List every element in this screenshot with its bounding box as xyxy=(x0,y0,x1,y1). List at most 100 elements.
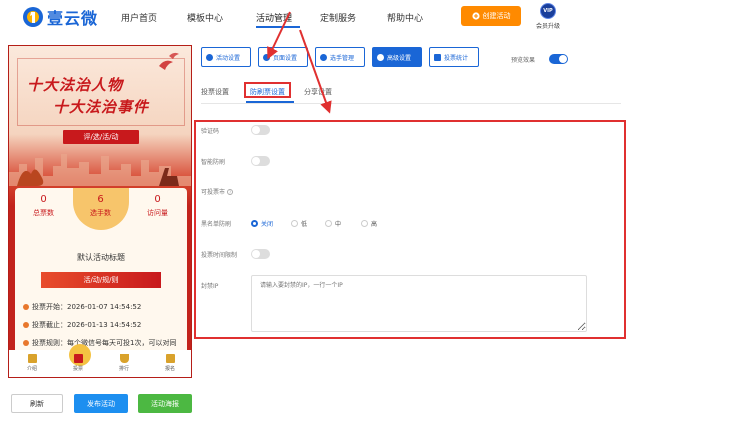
ban-ip-label: 封禁IP xyxy=(201,283,219,290)
tab-ranking[interactable]: 排行 xyxy=(101,354,147,372)
stat-contestants: 6 选手数 xyxy=(72,188,129,238)
mobile-tabbar: 介绍 投票 排行 报名 xyxy=(9,344,191,377)
create-activity-button[interactable]: 创建活动 xyxy=(461,6,521,26)
tab-signup[interactable]: 报名 xyxy=(147,354,191,372)
preview-effect-toggle[interactable] xyxy=(549,54,568,64)
help-icon[interactable]: ? xyxy=(227,189,234,195)
highlight-box-subtab xyxy=(244,82,291,98)
tab-intro-label: 介绍 xyxy=(26,366,37,372)
activity-settings-button[interactable]: 活动设置 xyxy=(201,47,251,67)
plus-circle-icon xyxy=(471,12,480,20)
bullet-icon xyxy=(23,304,29,310)
preview-effect-label: 预览效果 xyxy=(511,57,536,64)
rules-banner: 活/动/规/则 xyxy=(41,272,161,288)
subtab-divider xyxy=(201,103,621,104)
publish-activity-button[interactable]: 发布活动 xyxy=(74,394,128,413)
users-icon xyxy=(320,53,327,61)
top-navigation: 壹云微 用户首页 模板中心 活动管理 定制服务 帮助中心 创建活动 VIP 会员… xyxy=(0,0,750,34)
vote-start-text: 投票开始：2026-01-07 14:54:52 xyxy=(32,303,142,311)
blacklist-label: 黑名单防刷 xyxy=(201,221,232,228)
vote-statistics-button[interactable]: 投票统计 xyxy=(429,47,479,67)
stat-visits: 0 访问量 xyxy=(129,188,186,238)
blacklist-option-off-label: 关闭 xyxy=(261,221,274,228)
gear-icon xyxy=(263,53,270,61)
bullet-icon xyxy=(23,340,29,346)
mobile-preview: 十大法治人物 十大法治事件 评/选/活/动 0 总票数 6 选手数 0 访问量 … xyxy=(8,45,192,378)
vote-time-limit-label: 投票时间限制 xyxy=(201,252,238,259)
tab-share-settings[interactable]: 分享设置 xyxy=(304,87,332,97)
contestant-management-button[interactable]: 选手管理 xyxy=(315,47,365,67)
poster-title-line1: 十大法治人物 xyxy=(27,76,124,94)
bullet-icon xyxy=(23,322,29,328)
activity-info-panel: 默认活动标题 活/动/规/则 投票开始：2026-01-07 14:54:52 … xyxy=(15,240,187,356)
tab-intro[interactable]: 介绍 xyxy=(9,354,55,372)
blacklist-option-off[interactable]: 关闭 xyxy=(251,219,273,228)
tab-ranking-label: 排行 xyxy=(118,366,129,372)
tab-vote[interactable]: 投票 xyxy=(55,354,101,372)
poster-skyline xyxy=(9,154,191,186)
create-activity-label: 创建活动 xyxy=(482,12,511,20)
logo-icon xyxy=(23,7,43,27)
nav-user-home[interactable]: 用户首页 xyxy=(121,11,157,24)
tab-vote-label: 投票 xyxy=(72,366,83,372)
settings-icon xyxy=(377,53,384,61)
smart-anti-fraud-toggle[interactable] xyxy=(251,156,270,166)
stat-visits-label: 访问量 xyxy=(147,209,168,217)
nav-custom-service[interactable]: 定制服务 xyxy=(320,11,356,24)
info-row: 投票规则：每个微信号每天可投1次，可以对同 xyxy=(23,338,176,348)
logo[interactable]: 壹云微 xyxy=(22,6,98,28)
nav-template-center[interactable]: 模板中心 xyxy=(187,11,223,24)
stat-contestants-value: 6 xyxy=(97,194,104,205)
nav-help-center[interactable]: 帮助中心 xyxy=(387,11,423,24)
radio-icon xyxy=(325,220,332,227)
ban-ip-textarea[interactable] xyxy=(251,275,587,332)
bar-chart-icon xyxy=(434,53,441,61)
logo-text: 壹云微 xyxy=(47,9,99,28)
blacklist-option-low-label: 低 xyxy=(301,221,308,228)
captcha-toggle[interactable] xyxy=(251,125,270,135)
vip-icon: VIP xyxy=(540,3,556,19)
radio-icon xyxy=(361,220,368,227)
advanced-settings-label: 高级设置 xyxy=(387,54,412,62)
signup-icon xyxy=(165,354,175,363)
poster-ribbon: 评/选/活/动 xyxy=(63,130,139,144)
stat-visits-value: 0 xyxy=(154,194,161,205)
vote-time-limit-toggle[interactable] xyxy=(251,249,270,259)
vote-end-text: 投票截止：2026-01-13 14:54:52 xyxy=(32,321,142,329)
page-settings-button[interactable]: 页面设置 xyxy=(258,47,308,67)
tab-vote-settings[interactable]: 投票设置 xyxy=(201,87,229,97)
trophy-icon xyxy=(119,354,129,363)
stat-total-votes: 0 总票数 xyxy=(15,188,72,238)
advanced-settings-button[interactable]: 高级设置 xyxy=(372,47,422,67)
blacklist-option-medium-label: 中 xyxy=(335,221,342,228)
vote-statistics-label: 投票统计 xyxy=(444,54,469,62)
vote-rule-text: 投票规则：每个微信号每天可投1次，可以对同 xyxy=(32,339,177,347)
blacklist-option-low[interactable]: 低 xyxy=(291,219,307,228)
stat-total-votes-value: 0 xyxy=(40,194,47,205)
activity-settings-label: 活动设置 xyxy=(216,54,241,62)
activity-poster-button[interactable]: 活动海报 xyxy=(138,394,192,413)
allowed-city-label: 可投票市? xyxy=(201,187,234,196)
blacklist-option-medium[interactable]: 中 xyxy=(325,219,341,228)
blacklist-option-high-label: 高 xyxy=(371,221,378,228)
poster-title-line2: 十大法治事件 xyxy=(53,98,150,116)
radio-icon xyxy=(251,220,258,227)
page-settings-label: 页面设置 xyxy=(273,54,298,62)
refresh-button[interactable]: 刷新 xyxy=(11,394,63,413)
info-row: 投票截止：2026-01-13 14:54:52 xyxy=(23,320,141,330)
vip-upgrade-label: 会员升级 xyxy=(535,23,560,30)
smart-anti-fraud-label: 智能防刷 xyxy=(201,159,226,166)
contestant-management-label: 选手管理 xyxy=(330,54,355,62)
stat-contestants-label: 选手数 xyxy=(90,209,111,217)
captcha-label: 验证码 xyxy=(201,128,220,135)
vip-upgrade[interactable]: VIP 会员升级 xyxy=(533,3,563,30)
tab-signup-label: 报名 xyxy=(164,366,175,372)
stat-total-votes-label: 总票数 xyxy=(33,209,54,217)
document-icon xyxy=(27,354,37,363)
info-row: 投票开始：2026-01-07 14:54:52 xyxy=(23,302,141,312)
nav-active-underline xyxy=(256,26,300,28)
subtab-active-underline xyxy=(246,101,294,103)
blacklist-option-high[interactable]: 高 xyxy=(361,219,377,228)
activity-title: 默认活动标题 xyxy=(77,253,125,262)
nav-activity-management[interactable]: 活动管理 xyxy=(256,11,292,24)
